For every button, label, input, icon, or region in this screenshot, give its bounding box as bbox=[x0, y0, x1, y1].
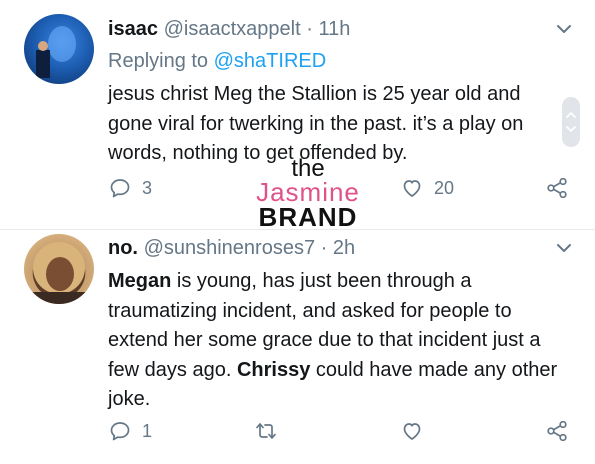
like-count: 20 bbox=[434, 177, 455, 198]
reply-count: 1 bbox=[142, 420, 153, 441]
user-handle[interactable]: @isaactxappelt bbox=[164, 18, 301, 40]
mention-link[interactable]: @shaTIRED bbox=[214, 50, 327, 72]
display-name[interactable]: no. bbox=[108, 237, 138, 259]
display-name[interactable]: isaac bbox=[108, 18, 158, 40]
share-button[interactable] bbox=[545, 419, 569, 443]
like-button[interactable]: 20 bbox=[400, 176, 454, 200]
watermark-logo: the Jasmine BRAND bbox=[238, 157, 378, 232]
heart-icon bbox=[403, 423, 421, 440]
like-button[interactable] bbox=[400, 419, 424, 443]
avatar-image bbox=[36, 26, 76, 78]
share-icon bbox=[547, 177, 567, 199]
timestamp[interactable]: 2h bbox=[333, 237, 355, 259]
chevron-down-icon[interactable] bbox=[555, 20, 573, 38]
chevron-up-icon bbox=[566, 111, 576, 118]
reply-icon bbox=[110, 422, 130, 441]
watermark-jasmine: Jasmine bbox=[256, 177, 360, 207]
reply-button[interactable]: 1 bbox=[108, 419, 152, 443]
avatar[interactable] bbox=[24, 234, 94, 304]
share-button[interactable] bbox=[545, 176, 569, 200]
tweet-header: isaac @isaactxappelt · 11h bbox=[108, 18, 350, 41]
tweet-header: no. @sunshinenroses7 · 2h bbox=[108, 237, 355, 260]
tweet-no[interactable]: no. @sunshinenroses7 · 2h Megan is young… bbox=[0, 229, 595, 464]
avatar[interactable] bbox=[24, 14, 94, 84]
replying-to: Replying to @shaTIRED bbox=[108, 50, 326, 73]
action-bar: 1 bbox=[108, 419, 575, 445]
bold-mention-megan: Megan bbox=[108, 270, 172, 292]
heart-icon bbox=[403, 180, 421, 197]
bold-mention-chrissy: Chrissy bbox=[236, 358, 311, 381]
share-icon bbox=[547, 420, 567, 442]
replying-prefix: Replying to bbox=[108, 50, 209, 72]
user-handle[interactable]: @sunshinenroses7 bbox=[144, 237, 316, 259]
watermark-brand: BRAND bbox=[258, 202, 358, 232]
reply-count: 3 bbox=[142, 177, 153, 198]
chevron-down-icon[interactable] bbox=[555, 239, 573, 257]
chevron-down-icon bbox=[566, 126, 576, 133]
tweet-text: jesus christ Meg the Stallion is 25 year… bbox=[108, 83, 524, 164]
reply-button[interactable]: 3 bbox=[108, 176, 152, 200]
separator: · bbox=[320, 237, 328, 259]
separator: · bbox=[306, 18, 313, 40]
reply-icon bbox=[110, 179, 130, 198]
retweet-button[interactable] bbox=[254, 419, 278, 443]
avatar-image bbox=[24, 242, 94, 304]
retweet-icon bbox=[256, 423, 276, 439]
tweet-text: Megan is young, has just been through a … bbox=[108, 267, 570, 415]
timestamp[interactable]: 11h bbox=[318, 18, 350, 40]
scroll-handle[interactable] bbox=[562, 97, 580, 147]
